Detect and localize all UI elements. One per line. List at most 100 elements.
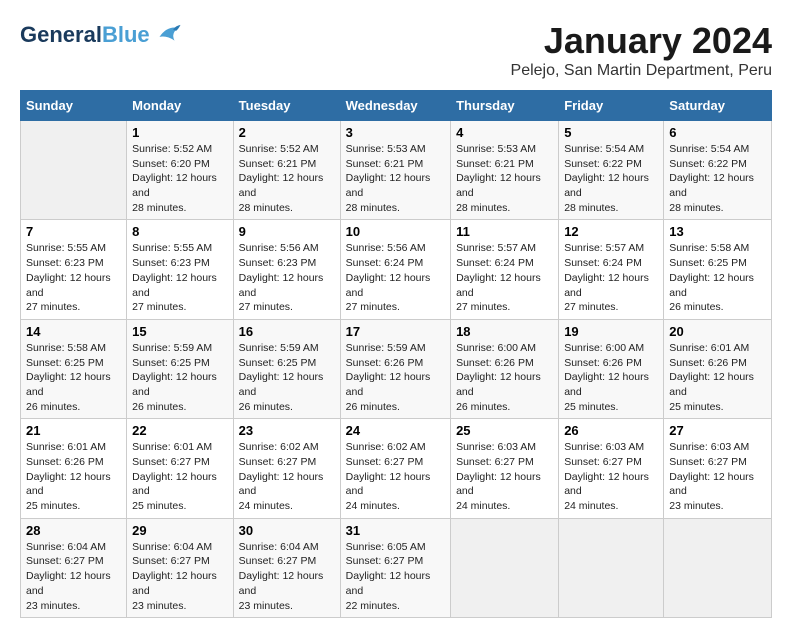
calendar-cell: 8 Sunrise: 5:55 AMSunset: 6:23 PMDayligh…	[127, 220, 234, 319]
header-wednesday: Wednesday	[340, 91, 450, 121]
calendar-cell	[559, 518, 664, 617]
day-number: 15	[132, 324, 228, 339]
calendar-cell: 2 Sunrise: 5:52 AMSunset: 6:21 PMDayligh…	[233, 121, 340, 220]
day-detail: Sunrise: 5:59 AMSunset: 6:25 PMDaylight:…	[239, 341, 335, 414]
header-sunday: Sunday	[21, 91, 127, 121]
day-detail: Sunrise: 6:02 AMSunset: 6:27 PMDaylight:…	[346, 440, 445, 513]
header-monday: Monday	[127, 91, 234, 121]
day-number: 8	[132, 224, 228, 239]
day-detail: Sunrise: 6:04 AMSunset: 6:27 PMDaylight:…	[132, 540, 228, 613]
day-number: 30	[239, 523, 335, 538]
logo-bird-icon	[152, 20, 182, 50]
calendar-cell: 20 Sunrise: 6:01 AMSunset: 6:26 PMDaylig…	[664, 319, 772, 418]
day-number: 3	[346, 125, 445, 140]
day-detail: Sunrise: 5:57 AMSunset: 6:24 PMDaylight:…	[564, 241, 658, 314]
day-number: 22	[132, 423, 228, 438]
day-number: 29	[132, 523, 228, 538]
day-detail: Sunrise: 6:04 AMSunset: 6:27 PMDaylight:…	[239, 540, 335, 613]
calendar-cell: 9 Sunrise: 5:56 AMSunset: 6:23 PMDayligh…	[233, 220, 340, 319]
day-detail: Sunrise: 5:53 AMSunset: 6:21 PMDaylight:…	[346, 142, 445, 215]
day-detail: Sunrise: 6:03 AMSunset: 6:27 PMDaylight:…	[456, 440, 553, 513]
title-block: January 2024 Pelejo, San Martin Departme…	[511, 20, 772, 80]
calendar-table: SundayMondayTuesdayWednesdayThursdayFrid…	[20, 90, 772, 618]
page-header: GeneralBlue January 2024 Pelejo, San Mar…	[20, 20, 772, 80]
day-number: 7	[26, 224, 121, 239]
calendar-cell: 27 Sunrise: 6:03 AMSunset: 6:27 PMDaylig…	[664, 419, 772, 518]
header-thursday: Thursday	[451, 91, 559, 121]
day-detail: Sunrise: 6:05 AMSunset: 6:27 PMDaylight:…	[346, 540, 445, 613]
day-detail: Sunrise: 6:01 AMSunset: 6:26 PMDaylight:…	[669, 341, 766, 414]
day-number: 25	[456, 423, 553, 438]
day-detail: Sunrise: 6:00 AMSunset: 6:26 PMDaylight:…	[456, 341, 553, 414]
day-number: 4	[456, 125, 553, 140]
calendar-cell: 19 Sunrise: 6:00 AMSunset: 6:26 PMDaylig…	[559, 319, 664, 418]
calendar-cell: 28 Sunrise: 6:04 AMSunset: 6:27 PMDaylig…	[21, 518, 127, 617]
page-title: January 2024	[511, 20, 772, 62]
calendar-cell: 21 Sunrise: 6:01 AMSunset: 6:26 PMDaylig…	[21, 419, 127, 518]
day-number: 31	[346, 523, 445, 538]
day-number: 17	[346, 324, 445, 339]
calendar-cell: 3 Sunrise: 5:53 AMSunset: 6:21 PMDayligh…	[340, 121, 450, 220]
day-number: 13	[669, 224, 766, 239]
header-saturday: Saturday	[664, 91, 772, 121]
day-number: 23	[239, 423, 335, 438]
calendar-cell	[451, 518, 559, 617]
page-subtitle: Pelejo, San Martin Department, Peru	[511, 62, 772, 80]
calendar-cell: 14 Sunrise: 5:58 AMSunset: 6:25 PMDaylig…	[21, 319, 127, 418]
day-number: 2	[239, 125, 335, 140]
calendar-cell: 1 Sunrise: 5:52 AMSunset: 6:20 PMDayligh…	[127, 121, 234, 220]
day-detail: Sunrise: 5:55 AMSunset: 6:23 PMDaylight:…	[132, 241, 228, 314]
day-number: 26	[564, 423, 658, 438]
day-detail: Sunrise: 6:03 AMSunset: 6:27 PMDaylight:…	[564, 440, 658, 513]
calendar-cell: 17 Sunrise: 5:59 AMSunset: 6:26 PMDaylig…	[340, 319, 450, 418]
day-number: 21	[26, 423, 121, 438]
calendar-week-row: 28 Sunrise: 6:04 AMSunset: 6:27 PMDaylig…	[21, 518, 772, 617]
day-number: 18	[456, 324, 553, 339]
day-number: 5	[564, 125, 658, 140]
calendar-week-row: 1 Sunrise: 5:52 AMSunset: 6:20 PMDayligh…	[21, 121, 772, 220]
calendar-week-row: 14 Sunrise: 5:58 AMSunset: 6:25 PMDaylig…	[21, 319, 772, 418]
day-detail: Sunrise: 5:59 AMSunset: 6:25 PMDaylight:…	[132, 341, 228, 414]
calendar-cell: 6 Sunrise: 5:54 AMSunset: 6:22 PMDayligh…	[664, 121, 772, 220]
day-number: 10	[346, 224, 445, 239]
day-detail: Sunrise: 6:01 AMSunset: 6:26 PMDaylight:…	[26, 440, 121, 513]
day-detail: Sunrise: 5:55 AMSunset: 6:23 PMDaylight:…	[26, 241, 121, 314]
day-number: 12	[564, 224, 658, 239]
day-number: 28	[26, 523, 121, 538]
calendar-cell: 25 Sunrise: 6:03 AMSunset: 6:27 PMDaylig…	[451, 419, 559, 518]
day-detail: Sunrise: 6:01 AMSunset: 6:27 PMDaylight:…	[132, 440, 228, 513]
calendar-cell: 13 Sunrise: 5:58 AMSunset: 6:25 PMDaylig…	[664, 220, 772, 319]
day-detail: Sunrise: 5:52 AMSunset: 6:20 PMDaylight:…	[132, 142, 228, 215]
calendar-cell: 18 Sunrise: 6:00 AMSunset: 6:26 PMDaylig…	[451, 319, 559, 418]
day-number: 14	[26, 324, 121, 339]
calendar-cell: 24 Sunrise: 6:02 AMSunset: 6:27 PMDaylig…	[340, 419, 450, 518]
calendar-cell: 26 Sunrise: 6:03 AMSunset: 6:27 PMDaylig…	[559, 419, 664, 518]
day-number: 1	[132, 125, 228, 140]
calendar-header-row: SundayMondayTuesdayWednesdayThursdayFrid…	[21, 91, 772, 121]
calendar-cell: 23 Sunrise: 6:02 AMSunset: 6:27 PMDaylig…	[233, 419, 340, 518]
header-friday: Friday	[559, 91, 664, 121]
day-detail: Sunrise: 5:54 AMSunset: 6:22 PMDaylight:…	[564, 142, 658, 215]
day-detail: Sunrise: 5:53 AMSunset: 6:21 PMDaylight:…	[456, 142, 553, 215]
logo-text: GeneralBlue	[20, 23, 150, 47]
day-number: 9	[239, 224, 335, 239]
calendar-cell	[664, 518, 772, 617]
calendar-cell: 15 Sunrise: 5:59 AMSunset: 6:25 PMDaylig…	[127, 319, 234, 418]
day-number: 6	[669, 125, 766, 140]
calendar-cell: 10 Sunrise: 5:56 AMSunset: 6:24 PMDaylig…	[340, 220, 450, 319]
day-number: 27	[669, 423, 766, 438]
day-detail: Sunrise: 5:57 AMSunset: 6:24 PMDaylight:…	[456, 241, 553, 314]
calendar-cell: 5 Sunrise: 5:54 AMSunset: 6:22 PMDayligh…	[559, 121, 664, 220]
day-number: 11	[456, 224, 553, 239]
day-detail: Sunrise: 5:52 AMSunset: 6:21 PMDaylight:…	[239, 142, 335, 215]
day-detail: Sunrise: 6:04 AMSunset: 6:27 PMDaylight:…	[26, 540, 121, 613]
day-number: 16	[239, 324, 335, 339]
calendar-cell: 11 Sunrise: 5:57 AMSunset: 6:24 PMDaylig…	[451, 220, 559, 319]
day-detail: Sunrise: 6:00 AMSunset: 6:26 PMDaylight:…	[564, 341, 658, 414]
calendar-cell: 7 Sunrise: 5:55 AMSunset: 6:23 PMDayligh…	[21, 220, 127, 319]
day-detail: Sunrise: 5:59 AMSunset: 6:26 PMDaylight:…	[346, 341, 445, 414]
calendar-cell: 12 Sunrise: 5:57 AMSunset: 6:24 PMDaylig…	[559, 220, 664, 319]
header-tuesday: Tuesday	[233, 91, 340, 121]
calendar-cell: 31 Sunrise: 6:05 AMSunset: 6:27 PMDaylig…	[340, 518, 450, 617]
day-detail: Sunrise: 5:56 AMSunset: 6:23 PMDaylight:…	[239, 241, 335, 314]
